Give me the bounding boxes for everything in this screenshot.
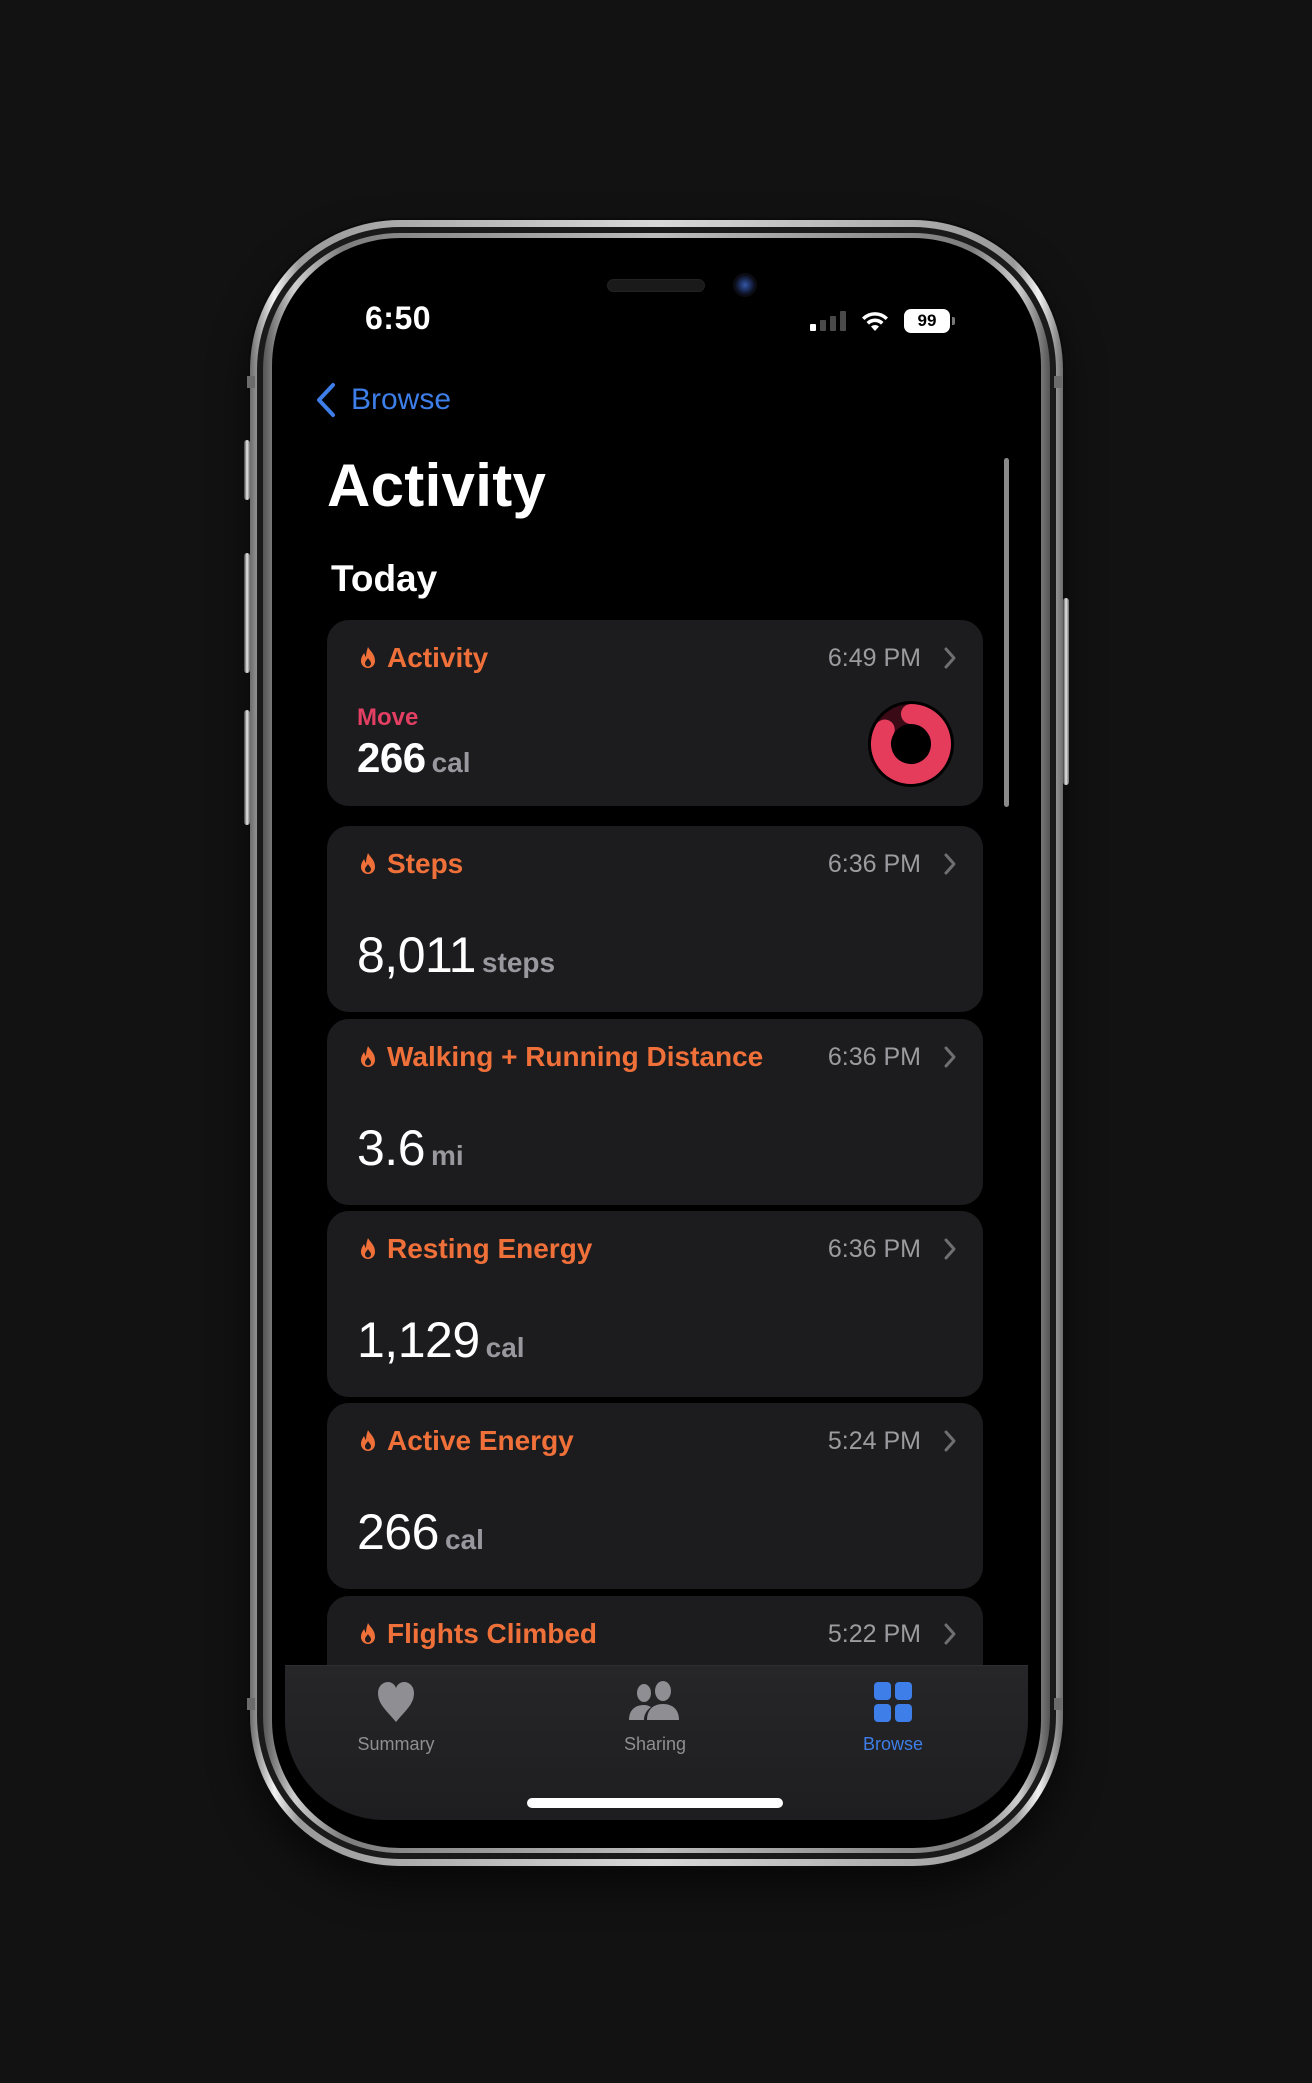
card-timestamp: 6:36 PM [827, 1234, 921, 1263]
card-value: 8,011 steps [357, 926, 555, 984]
chevron-right-icon [944, 853, 956, 875]
card-value: 266 cal [357, 734, 471, 782]
value-unit: steps [481, 947, 556, 978]
card-resting-energy[interactable]: Resting Energy 6:36 PM 1,129 cal [327, 1211, 983, 1397]
value-number: 1,129 [357, 1312, 480, 1368]
power-button[interactable] [1063, 598, 1069, 785]
people-icon [629, 1681, 679, 1720]
tab-label: Sharing [623, 1734, 687, 1754]
move-label: Move [357, 704, 419, 731]
signal-bar [840, 311, 846, 331]
card-timestamp: 6:36 PM [827, 1042, 921, 1071]
card-header: Activity 6:49 PM [359, 642, 957, 674]
flame-icon [361, 853, 375, 874]
cellular-signal-icon [810, 311, 846, 331]
value-unit: cal [485, 1332, 525, 1363]
card-title: Flights Climbed [387, 1618, 597, 1649]
value-number: 8,011 [357, 927, 476, 983]
front-camera [733, 273, 757, 297]
card-activity[interactable]: Activity 6:49 PM Move 266 cal [327, 620, 983, 806]
flame-icon [361, 1046, 375, 1067]
value-unit: mi [431, 1140, 464, 1171]
tab-label: Summary [357, 1734, 435, 1754]
card-value: 266 cal [357, 1503, 484, 1561]
tab-label: Browse [862, 1734, 924, 1754]
flame-icon [361, 1238, 375, 1259]
card-timestamp: 5:24 PM [827, 1426, 921, 1455]
antenna-band [1054, 376, 1062, 388]
tab-summary[interactable]: Summary [316, 1678, 476, 1755]
card-timestamp: 6:49 PM [827, 643, 921, 672]
flame-icon [361, 647, 375, 668]
status-time: 6:50 [365, 300, 432, 336]
value-unit: cal [444, 1524, 484, 1555]
scroll-indicator[interactable] [1004, 458, 1009, 807]
value-number: 266 [357, 1504, 439, 1560]
card-active-energy[interactable]: Active Energy 5:24 PM 266 cal [327, 1403, 983, 1589]
antenna-band [247, 376, 255, 388]
tab-browse[interactable]: Browse [813, 1678, 973, 1755]
battery-level: 99 [917, 311, 937, 330]
heart-icon [378, 1682, 414, 1722]
card-timestamp: 5:22 PM [827, 1619, 921, 1648]
card-header: Active Energy 5:24 PM [359, 1425, 957, 1457]
flame-icon [361, 1623, 375, 1644]
grid-icon [874, 1682, 912, 1722]
chevron-right-icon [944, 647, 956, 669]
card-value: 1,129 cal [357, 1311, 525, 1369]
card-value: 3.6 mi [357, 1119, 464, 1177]
page-title: Activity [327, 452, 547, 519]
chevron-right-icon [944, 1623, 956, 1645]
value-number: 266 [357, 734, 426, 781]
battery-indicator: 99 [904, 309, 955, 333]
status-icons: 99 [810, 308, 955, 334]
value-unit: cal [431, 747, 471, 778]
wifi-icon [862, 312, 888, 331]
card-header: Resting Energy 6:36 PM [359, 1233, 957, 1265]
back-button[interactable]: Browse [315, 382, 451, 418]
tab-sharing[interactable]: Sharing [575, 1678, 735, 1755]
silent-switch[interactable] [244, 440, 250, 500]
tab-bar: Summary Sharing Browse [285, 1665, 1028, 1820]
antenna-band [247, 1698, 255, 1710]
activity-ring [868, 701, 954, 787]
volume-up-button[interactable] [244, 553, 250, 673]
value-number: 3.6 [357, 1120, 426, 1176]
home-indicator[interactable] [527, 1798, 783, 1808]
card-title: Walking + Running Distance [387, 1041, 764, 1072]
card-title: Activity [387, 642, 489, 673]
chevron-right-icon [944, 1238, 956, 1260]
card-timestamp: 6:36 PM [827, 849, 921, 878]
chevron-left-icon [317, 383, 335, 417]
card-title: Steps [387, 848, 464, 879]
phone-screen: 6:50 99 Browse Activity Today Activity 6… [285, 248, 1028, 1820]
card-header: Walking + Running Distance 6:36 PM [359, 1041, 957, 1073]
card-title: Resting Energy [387, 1233, 593, 1264]
card-title: Active Energy [387, 1425, 574, 1456]
antenna-band [1054, 1698, 1062, 1710]
volume-down-button[interactable] [244, 710, 250, 825]
signal-bar [810, 324, 816, 331]
card-header: Steps 6:36 PM [359, 848, 957, 880]
card-walking-running-distance[interactable]: Walking + Running Distance 6:36 PM 3.6 m… [327, 1019, 983, 1205]
signal-bar [820, 320, 826, 331]
chevron-right-icon [944, 1046, 956, 1068]
card-steps[interactable]: Steps 6:36 PM 8,011 steps [327, 826, 983, 1012]
chevron-right-icon [944, 1430, 956, 1452]
signal-bar [830, 316, 836, 331]
flame-icon [361, 1430, 375, 1451]
section-title-today: Today [331, 558, 438, 599]
back-button-label: Browse [351, 383, 452, 416]
earpiece-speaker [607, 279, 705, 292]
card-header: Flights Climbed 5:22 PM [359, 1618, 957, 1650]
